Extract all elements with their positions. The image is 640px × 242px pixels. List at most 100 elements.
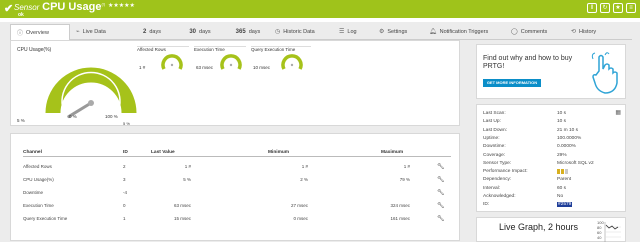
info-key: Uptime: (483, 135, 500, 141)
wrench-icon[interactable]: 🔧︎ (437, 215, 445, 222)
wrench-icon[interactable]: 🔧︎ (437, 163, 445, 170)
small-gauge-affected-rows: Affected Rows 1 # (137, 46, 189, 76)
wrench-icon[interactable]: 🔧︎ (437, 202, 445, 209)
tab-notification-triggers[interactable]: 🔔︎ Notification Triggers (423, 24, 505, 40)
tab-suffix: days (199, 28, 211, 35)
gauge-value-label: 5 % (17, 118, 25, 123)
table-header: Channel ID Last Value Minimum Maximum (23, 148, 451, 157)
info-value[interactable]: #2579 (557, 202, 573, 208)
cell-minimum: 27 msec (290, 203, 308, 208)
tab-log[interactable]: ☰ Log (333, 24, 373, 40)
info-row: Performance Impact: (483, 169, 623, 177)
title-prefix: Sensor (14, 3, 40, 12)
cell-maximum: 1 # (403, 164, 410, 169)
info-value: 100.0000% (557, 135, 582, 141)
small-gauge-value: 10 msec (253, 65, 271, 70)
tab-label: Settings (387, 28, 408, 35)
cell-channel[interactable]: Affected Rows (23, 164, 52, 169)
small-gauge-value: 1 # (139, 65, 146, 70)
menu-icon[interactable]: ≡ (626, 3, 636, 13)
col-channel[interactable]: Channel (23, 150, 42, 155)
info-row: Coverage: 29% (483, 153, 623, 161)
tab-settings[interactable]: ⚙ Settings (373, 24, 423, 40)
comment-icon: ◯ (511, 29, 518, 35)
info-row: Last Down: 21 m 10 s (483, 128, 623, 136)
channels-panel: Channel ID Last Value Minimum Maximum Af… (10, 133, 460, 241)
tab-label: Historic Data (283, 28, 315, 35)
tab-label: Live Data (82, 28, 106, 35)
cell-id: 0 (123, 203, 126, 208)
cell-last-value: 1 # (184, 164, 191, 169)
wrench-icon[interactable]: 🔧︎ (437, 176, 445, 183)
info-value: 21 m 10 s (557, 127, 579, 133)
main-gauge (45, 67, 137, 119)
cell-id: -4 (123, 190, 128, 195)
tab-history[interactable]: ⟲ History (565, 24, 632, 40)
wrench-icon[interactable]: 🔧︎ (437, 189, 445, 196)
info-value: No (557, 194, 564, 199)
table-row[interactable]: Execution Time 0 63 msec 27 msec 324 msec 🔧︎ (23, 201, 451, 211)
table-row[interactable]: Query Execution Time 1 15 msec 0 msec 161 ms… (23, 214, 451, 224)
bookmark-icon[interactable]: ★ (613, 3, 623, 13)
cell-last-value: 5 % (183, 177, 191, 182)
title-superscript: (!) (101, 1, 106, 7)
tab-label: 2 (143, 28, 147, 35)
gear-icon: ⚙ (379, 29, 385, 35)
gauge-max-label: 100 % (105, 114, 118, 119)
col-last-value[interactable]: Last Value (151, 150, 175, 155)
priority-stars[interactable]: ★★★★★ (108, 2, 135, 9)
tab-overview[interactable]: ⓘ Overview (10, 24, 70, 40)
tab-365-days[interactable]: 365 days (221, 24, 269, 40)
small-gauge-dial (220, 54, 242, 70)
table-row[interactable]: Affected Rows 2 1 # 1 # 1 # 🔧︎ (23, 162, 451, 172)
hand-pointer-icon (591, 52, 618, 94)
col-id[interactable]: ID (123, 150, 128, 155)
title-main: CPU Usage (42, 1, 102, 13)
info-row: Uptime: 100.0000% (483, 136, 623, 144)
tab-label: 30 (189, 28, 197, 35)
tab-label: Log (347, 28, 357, 35)
info-value: Microsoft SQL v2 (557, 160, 594, 166)
tab-30-days[interactable]: 30 days (173, 24, 221, 40)
live-graph-panel: Live Graph, 2 hours 100 80 60 40 (476, 217, 626, 242)
info-row: Last Up: 10 s (483, 119, 623, 127)
small-gauge-title: Affected Rows (137, 47, 166, 52)
pause-icon[interactable]: ‖ (587, 3, 597, 13)
get-more-info-button[interactable]: GET MORE INFORMATION (483, 79, 541, 87)
info-key: Downtime: (483, 144, 506, 150)
small-gauge-title: Execution Time (194, 47, 225, 52)
tab-comments[interactable]: ◯ Comments (505, 24, 565, 40)
info-key: Acknowledged: (483, 194, 516, 199)
col-maximum[interactable]: Maximum (381, 150, 403, 155)
tab-label: Notification Triggers (439, 28, 489, 35)
status-text: ok (18, 12, 24, 18)
col-minimum[interactable]: Minimum (268, 150, 289, 155)
cell-minimum: 1 # (301, 164, 308, 169)
table-row[interactable]: CPU Usage(%) 3 5 % 2 % 79 % 🔧︎ (23, 175, 451, 185)
cell-maximum: 324 msec (390, 203, 410, 208)
cell-channel[interactable]: CPU Usage(%) (23, 177, 54, 182)
cell-channel[interactable]: Downtime (23, 190, 43, 195)
info-row: Downtime: 0.0000% (483, 144, 623, 152)
info-icon: ⓘ (17, 31, 24, 37)
sensor-header: ✔ Sensor CPU Usage(!) ★★★★★ ok ‖ ↻ ★ ≡ (0, 0, 640, 18)
promo-box: Find out why and how to buy PRTG! GET MO… (476, 44, 626, 99)
info-key: Dependency: (483, 177, 512, 183)
small-gauge-execution-time: Execution Time 63 msec (194, 46, 246, 76)
sensor-info-panel: ▦ Last Scan: 10 s Last Up: 10 s Last Down: 21… (476, 104, 626, 212)
tab-historic-data[interactable]: ◷ Historic Data (269, 24, 333, 40)
live-graph-plot (604, 222, 621, 242)
tab-live-data[interactable]: ⌁ Live Data (70, 24, 125, 40)
table-row[interactable]: Downtime -4 🔧︎ (23, 188, 451, 198)
cell-channel[interactable]: Execution Time (23, 203, 54, 208)
tab-2-days[interactable]: 2 days (125, 24, 173, 40)
cell-channel[interactable]: Query Execution Time (23, 216, 67, 221)
tab-suffix: days (149, 28, 161, 35)
gauges-panel: CPU Usage(%) 0 % 100 % 5 % 5 % Affected … (10, 40, 460, 126)
refresh-icon[interactable]: ↻ (600, 3, 610, 13)
list-icon: ☰ (339, 29, 345, 35)
cell-maximum: 79 % (399, 177, 410, 182)
promo-text: Find out why and how to buy PRTG! (483, 55, 573, 70)
small-gauge-dial (161, 54, 183, 70)
gauge-arc (45, 67, 137, 114)
